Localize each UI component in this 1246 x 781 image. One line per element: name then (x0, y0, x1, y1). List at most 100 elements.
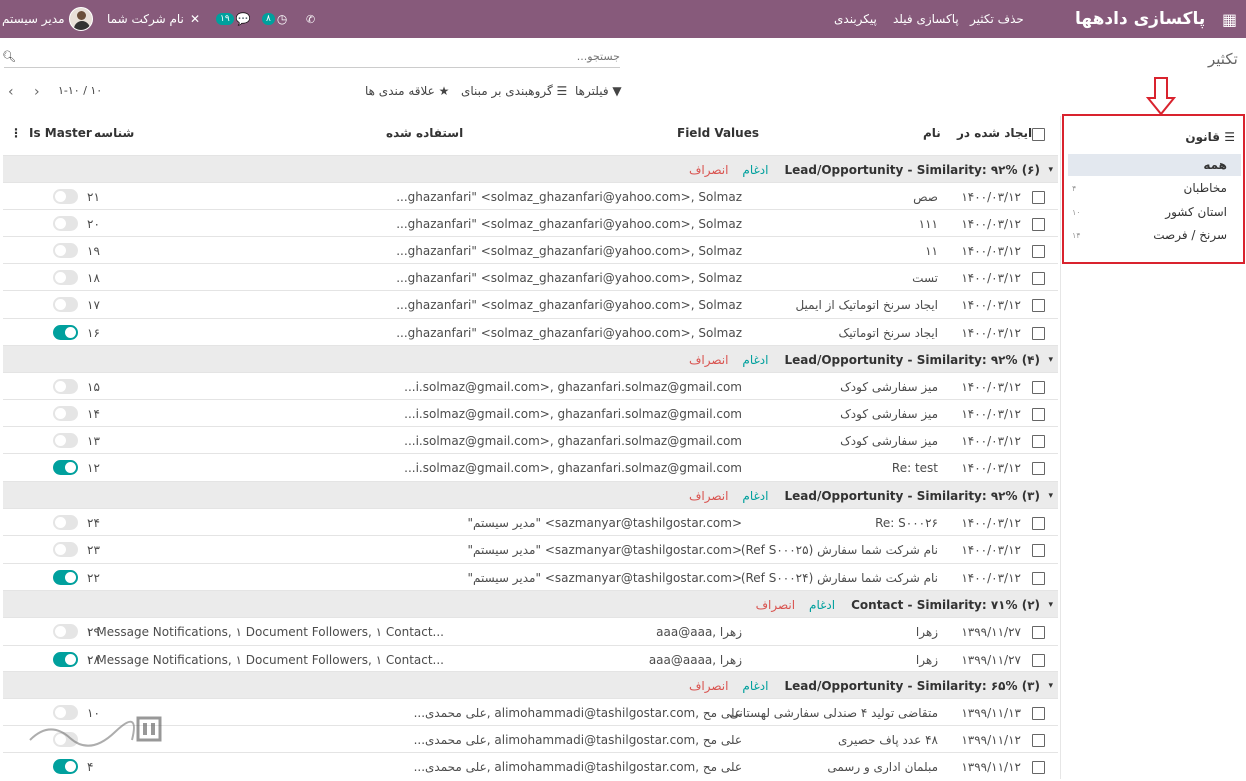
table-row[interactable]: ۱۴۰۰/۰۳/۱۲ Re: S۰۰۰۲۶ "مدیر سیستم" <sazman… (3, 508, 1058, 536)
column-options-icon[interactable]: ⋮ (10, 126, 22, 140)
row-checkbox[interactable] (1032, 408, 1045, 421)
sidebar-item-contacts[interactable]: ۴ مخاطبان (1068, 177, 1241, 199)
col-id[interactable]: شناسه (94, 126, 134, 140)
is-master-toggle[interactable] (53, 515, 78, 530)
dismiss-button[interactable]: انصراف (756, 591, 795, 619)
table-row[interactable]: ۱۳۹۹/۱۱/۲۷ زهرا aaa@aaaa, زهرا ۱ Message No… (3, 645, 1058, 673)
dismiss-button[interactable]: انصراف (689, 482, 728, 510)
table-row[interactable]: ۱۴۰۰/۰۳/۱۲ میز سفارشی کودک ...i.solmaz@gma… (3, 399, 1058, 427)
chevron-right-icon[interactable]: › (34, 84, 40, 100)
group-title[interactable]: Lead/Opportunity - Similarity: ۹۲% (۴) (784, 346, 1040, 374)
group-header-row[interactable]: Lead/Opportunity - Similarity: ۹۲% (۶) ▾ ا… (3, 155, 1058, 183)
sidebar-item-all[interactable]: همه (1068, 154, 1241, 176)
table-row[interactable]: ۱۴۰۰/۰۳/۱۲ ایجاد سرنخ اتوماتیک از ایمیل..… (3, 290, 1058, 318)
table-row[interactable]: ۱۴۰۰/۰۳/۱۲ نام شرکت شما سفارش (Ref S۰۰۰۲۵… (3, 535, 1058, 563)
pager-value[interactable]: ۱-۱۰ / ۱۰ (58, 84, 102, 97)
row-checkbox[interactable] (1032, 572, 1045, 585)
company-switcher[interactable]: نام شرکت شما (107, 0, 184, 38)
row-checkbox[interactable] (1032, 299, 1045, 312)
phone-icon[interactable]: ✆ (306, 0, 315, 38)
row-checkbox[interactable] (1032, 654, 1045, 667)
table-row[interactable]: ۱۴۰۰/۰۳/۱۲ ۱۱۱ ...ghazanfari" <solmaz_ghaz… (3, 209, 1058, 237)
table-row[interactable]: ۱۴۰۰/۰۳/۱۲ میز سفارشی کودک ...i.solmaz@gma… (3, 426, 1058, 454)
row-checkbox[interactable] (1032, 462, 1045, 475)
group-title[interactable]: Lead/Opportunity - Similarity: ۹۲% (۳) (784, 482, 1040, 510)
apps-grid-icon[interactable]: ▦ (1222, 0, 1237, 38)
is-master-toggle[interactable] (53, 652, 78, 667)
chevron-left-icon[interactable]: ‹ (8, 84, 14, 100)
is-master-toggle[interactable] (53, 325, 78, 340)
table-row[interactable]: ۱۴۰۰/۰۳/۱۲ تست ...ghazanfari" <solmaz_ghaz… (3, 263, 1058, 291)
row-checkbox[interactable] (1032, 435, 1045, 448)
group-title[interactable]: Lead/Opportunity - Similarity: ۶۵% (۳) (784, 672, 1040, 700)
dismiss-button[interactable]: انصراف (689, 346, 728, 374)
menu-field-cleaning[interactable]: پاکسازی فیلد (893, 0, 959, 38)
filters-button[interactable]: فیلترها ▼ (575, 84, 622, 98)
messaging-menu[interactable]: ۱۹ 💬 (216, 0, 251, 38)
col-used[interactable]: استفاده شده (386, 126, 463, 140)
row-checkbox[interactable] (1032, 245, 1045, 258)
col-created[interactable]: ایجاد شده در (957, 126, 1032, 140)
is-master-toggle[interactable] (53, 216, 78, 231)
group-header-row[interactable]: Contact - Similarity: ۷۱% (۲) ▾ ادغام انصرا… (3, 590, 1058, 618)
row-checkbox[interactable] (1032, 517, 1045, 530)
is-master-toggle[interactable] (53, 270, 78, 285)
search-icon[interactable]: 🔍︎ (2, 50, 16, 63)
merge-button[interactable]: ادغام (809, 591, 835, 619)
row-checkbox[interactable] (1032, 327, 1045, 340)
col-is-master[interactable]: Is Master (29, 126, 92, 140)
is-master-toggle[interactable] (53, 243, 78, 258)
menu-configuration[interactable]: پیکربندی (834, 0, 877, 38)
sidebar-item-leads[interactable]: ۱۴ سرنخ / فرصت (1068, 224, 1241, 246)
row-checkbox[interactable] (1032, 761, 1045, 774)
row-checkbox[interactable] (1032, 218, 1045, 231)
row-checkbox[interactable] (1032, 544, 1045, 557)
select-all-checkbox[interactable] (1032, 128, 1045, 141)
table-row[interactable]: ۱۴۰۰/۰۳/۱۲ میز سفارشی کودک ...i.solmaz@gma… (3, 372, 1058, 400)
is-master-toggle[interactable] (53, 406, 78, 421)
is-master-toggle[interactable] (53, 189, 78, 204)
merge-button[interactable]: ادغام (742, 482, 768, 510)
table-row[interactable]: ۱۴۰۰/۰۳/۱۲ ایجاد سرنخ اتوماتیک ...ghazanfa… (3, 318, 1058, 346)
row-checkbox[interactable] (1032, 381, 1045, 394)
dismiss-button[interactable]: انصراف (689, 156, 728, 184)
group-header-row[interactable]: Lead/Opportunity - Similarity: ۶۵% (۳) ▾ ا… (3, 671, 1058, 699)
is-master-toggle[interactable] (53, 379, 78, 394)
table-row[interactable]: ۱۴۰۰/۰۳/۱۲ نام شرکت شما سفارش (Ref S۰۰۰۲۴… (3, 563, 1058, 591)
row-checkbox[interactable] (1032, 734, 1045, 747)
group-header-row[interactable]: Lead/Opportunity - Similarity: ۹۲% (۴) ▾ ا… (3, 345, 1058, 373)
is-master-toggle[interactable] (53, 433, 78, 448)
is-master-toggle[interactable] (53, 624, 78, 639)
col-field-values[interactable]: Field Values (677, 126, 759, 140)
col-name[interactable]: نام (923, 126, 941, 140)
row-checkbox[interactable] (1032, 626, 1045, 639)
groupby-button[interactable]: گروهبندی بر مبنای ☰ (461, 84, 567, 98)
is-master-toggle[interactable] (53, 570, 78, 585)
group-title[interactable]: Contact - Similarity: ۷۱% (۲) (851, 591, 1040, 619)
merge-button[interactable]: ادغام (742, 672, 768, 700)
table-row[interactable]: ۱۳۹۹/۱۱/۲۷ زهرا aaa@aaa, زهرا ۱ Message Not… (3, 617, 1058, 645)
group-title[interactable]: Lead/Opportunity - Similarity: ۹۲% (۶) (784, 156, 1040, 184)
is-master-toggle[interactable] (53, 297, 78, 312)
tools-icon[interactable]: ✕ (190, 0, 200, 38)
merge-button[interactable]: ادغام (742, 156, 768, 184)
is-master-toggle[interactable] (53, 460, 78, 475)
sidebar-item-state[interactable]: ۱۰ استان کشور (1068, 201, 1241, 223)
row-checkbox[interactable] (1032, 191, 1045, 204)
table-row[interactable]: ۱۴۰۰/۰۳/۱۲ ۱۱ ...ghazanfari" <solmaz_ghaza… (3, 236, 1058, 264)
table-row[interactable]: ۱۴۰۰/۰۳/۱۲ صص ...ghazanfari" <solmaz_ghaza… (3, 182, 1058, 210)
activity-menu[interactable]: ۸ ◷ (262, 0, 287, 38)
group-header-row[interactable]: Lead/Opportunity - Similarity: ۹۲% (۳) ▾ ا… (3, 481, 1058, 509)
favorites-button[interactable]: علاقه مندی ها ★ (365, 84, 449, 98)
merge-button[interactable]: ادغام (742, 346, 768, 374)
is-master-toggle[interactable] (53, 759, 78, 774)
search-input[interactable] (20, 47, 620, 65)
user-menu[interactable]: مدیر سیستم (2, 0, 93, 38)
menu-remove-duplicates[interactable]: حذف تکثیر (970, 0, 1024, 38)
row-checkbox[interactable] (1032, 272, 1045, 285)
is-master-toggle[interactable] (53, 542, 78, 557)
dismiss-button[interactable]: انصراف (689, 672, 728, 700)
table-row[interactable]: ۱۴۰۰/۰۳/۱۲ Re: test ...i.solmaz@gmail.com>… (3, 453, 1058, 481)
app-title[interactable]: پاکسازی دادهها (1075, 0, 1205, 38)
row-checkbox[interactable] (1032, 707, 1045, 720)
